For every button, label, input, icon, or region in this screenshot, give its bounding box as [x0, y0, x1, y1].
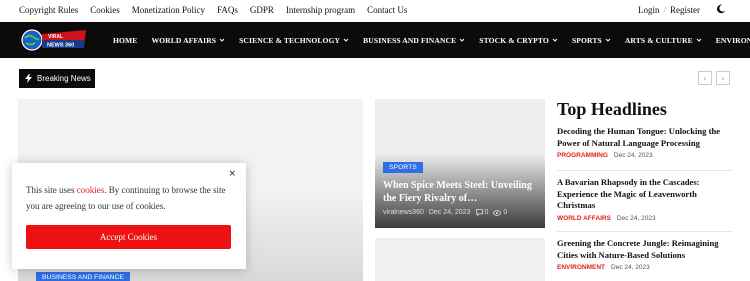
chevron-down-icon — [219, 38, 225, 42]
cookie-consent-popup: × This site uses cookies. By continuing … — [12, 163, 246, 269]
nav-item-business-finance[interactable]: BUSINESS AND FINANCE — [363, 36, 465, 45]
mid-article-meta: viralnews360 Dec 24, 2023 0 0 — [383, 209, 507, 216]
site-logo[interactable]: VIRAL NEWS 360 — [20, 26, 86, 54]
headline-divider — [557, 231, 732, 232]
top-link-cookies[interactable]: Cookies — [90, 5, 120, 15]
breaking-next-button[interactable]: › — [716, 71, 730, 85]
login-link[interactable]: Login — [638, 5, 660, 15]
main-nav: VIRAL NEWS 360 HOME WORLD AFFAIRS SCIENC… — [0, 22, 750, 58]
top-link-contact-us[interactable]: Contact Us — [367, 5, 407, 15]
mid-article-views: 0 — [493, 209, 507, 216]
chevron-down-icon — [605, 38, 611, 42]
headline-category[interactable]: PROGRAMMING — [557, 152, 608, 159]
headline-item[interactable]: A Bavarian Rhapsody in the Cascades: Exp… — [557, 177, 732, 222]
logo-text-top: VIRAL — [48, 34, 63, 40]
eye-icon — [493, 209, 502, 216]
headline-meta: PROGRAMMING Dec 24, 2023 — [557, 152, 732, 159]
mid-article-title[interactable]: When Spice Meets Steel: Unveiling the Fi… — [383, 180, 538, 205]
register-link[interactable]: Register — [670, 5, 700, 15]
second-mid-article-image[interactable] — [375, 238, 545, 281]
nav-item-label: ENVIRONMENT — [715, 35, 750, 45]
nav-item-label: WORLD AFFAIRS — [151, 35, 217, 45]
cookie-message: This site uses cookies. By continuing to… — [26, 182, 231, 214]
nav-item-home[interactable]: HOME — [113, 36, 137, 45]
nav-item-science-technology[interactable]: SCIENCE & TECHNOLOGY — [239, 36, 349, 45]
close-icon[interactable]: × — [228, 169, 236, 179]
headline-category[interactable]: WORLD AFFAIRS — [557, 215, 611, 222]
top-bar: Copyright Rules Cookies Monetization Pol… — [0, 0, 750, 22]
headline-title[interactable]: Greening the Concrete Jungle: Reimaginin… — [557, 238, 732, 261]
breaking-news-label: Breaking News — [19, 69, 95, 88]
top-link-faqs[interactable]: FAQs — [217, 5, 238, 15]
mid-article-author[interactable]: viralnews360 — [383, 209, 424, 216]
chevron-left-icon: ‹ — [703, 73, 707, 83]
accept-cookies-button[interactable]: Accept Cookies — [26, 225, 231, 249]
comment-count: 0 — [484, 209, 489, 216]
headline-date: Dec 24, 2023 — [613, 152, 653, 159]
cookie-text-start: This site uses — [26, 185, 77, 195]
headline-date: Dec 24, 2023 — [616, 214, 656, 222]
view-count: 0 — [503, 209, 508, 216]
headline-meta: ENVIRONMENT Dec 24, 2023 — [557, 264, 732, 271]
nav-item-label: BUSINESS AND FINANCE — [363, 35, 457, 45]
nav-item-arts-culture[interactable]: ARTS & CULTURE — [625, 36, 702, 45]
headline-category[interactable]: ENVIRONMENT — [557, 264, 605, 271]
top-links: Copyright Rules Cookies Monetization Pol… — [19, 5, 407, 15]
top-link-gdpr[interactable]: GDPR — [250, 5, 274, 15]
chevron-down-icon — [343, 38, 349, 42]
headline-title[interactable]: Decoding the Human Tongue: Unlocking the… — [557, 126, 732, 149]
mid-article-comments[interactable]: 0 — [475, 209, 489, 216]
nav-item-label: STOCK & CRYPTO — [479, 35, 549, 45]
chevron-down-icon — [459, 38, 465, 42]
top-link-internship-program[interactable]: Internship program — [286, 5, 355, 15]
nav-item-label: SPORTS — [571, 35, 602, 45]
nav-item-label: ARTS & CULTURE — [624, 35, 693, 45]
headline-item[interactable]: Greening the Concrete Jungle: Reimaginin… — [557, 238, 732, 271]
top-link-copyright-rules[interactable]: Copyright Rules — [19, 5, 78, 15]
headline-divider — [557, 170, 732, 171]
auth-separator: / — [663, 5, 666, 15]
nav-item-label: HOME — [113, 35, 138, 45]
nav-item-label: SCIENCE & TECHNOLOGY — [239, 35, 341, 45]
headline-title[interactable]: A Bavarian Rhapsody in the Cascades: Exp… — [557, 177, 732, 212]
chevron-down-icon — [696, 38, 702, 42]
comment-icon — [475, 209, 483, 216]
nav-menu: HOME WORLD AFFAIRS SCIENCE & TECHNOLOGY … — [113, 22, 750, 58]
chevron-down-icon — [552, 38, 558, 42]
lightning-icon — [25, 74, 32, 83]
headline-meta: WORLD AFFAIRS Dec 24, 2023 — [557, 215, 732, 222]
featured-category-badge[interactable]: BUSINESS AND FINANCE — [36, 272, 130, 281]
nav-item-environment[interactable]: ENVIRONMENT — [716, 36, 750, 45]
nav-item-stock-crypto[interactable]: STOCK & CRYPTO — [479, 36, 558, 45]
moon-icon[interactable] — [716, 4, 726, 14]
top-headlines-heading: Top Headlines — [557, 99, 667, 119]
logo-text-bottom: NEWS 360 — [47, 43, 74, 49]
auth-links: Login / Register — [638, 5, 700, 15]
breaking-news-text: Breaking News — [37, 74, 91, 83]
cookies-link[interactable]: cookies — [77, 185, 105, 195]
headline-date: Dec 24, 2023 — [611, 264, 650, 271]
nav-item-world-affairs[interactable]: WORLD AFFAIRS — [151, 36, 225, 45]
mid-article-date: Dec 24, 2023 — [428, 209, 471, 216]
breaking-prev-button[interactable]: ‹ — [698, 71, 712, 85]
nav-item-sports[interactable]: SPORTS — [572, 36, 611, 45]
headline-item[interactable]: Decoding the Human Tongue: Unlocking the… — [557, 126, 732, 159]
chevron-right-icon: › — [721, 73, 725, 83]
mid-category-badge[interactable]: SPORTS — [383, 162, 423, 173]
top-link-monetization-policy[interactable]: Monetization Policy — [132, 5, 205, 15]
